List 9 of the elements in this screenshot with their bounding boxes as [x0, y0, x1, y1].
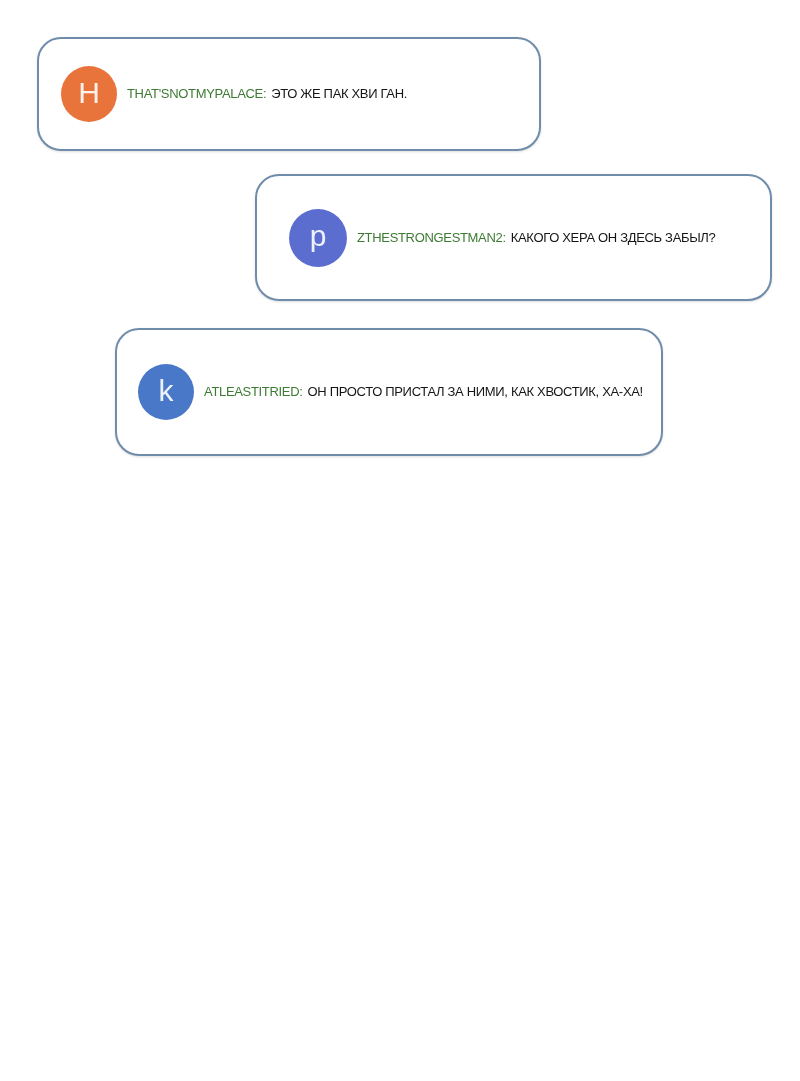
message-text: ОН ПРОСТО ПРИСТАЛ ЗА НИМИ, КАК ХВОСТИК, ХА-ХА!: [307, 383, 643, 402]
message-text: КАКОГО ХЕРА ОН ЗДЕСЬ ЗАБЫЛ?: [510, 228, 716, 247]
message-text: ЭТО ЖЕ ПАК ХВИ ГАН.: [271, 85, 408, 104]
username: THAT'SNOTMYPALACE:: [127, 85, 267, 104]
username: ZTHESTRONGESTMAN2:: [357, 228, 506, 247]
avatar: p: [289, 208, 347, 267]
avatar: H: [61, 66, 117, 122]
username: ATLEASTITRIED:: [204, 383, 303, 402]
avatar: k: [138, 364, 194, 420]
